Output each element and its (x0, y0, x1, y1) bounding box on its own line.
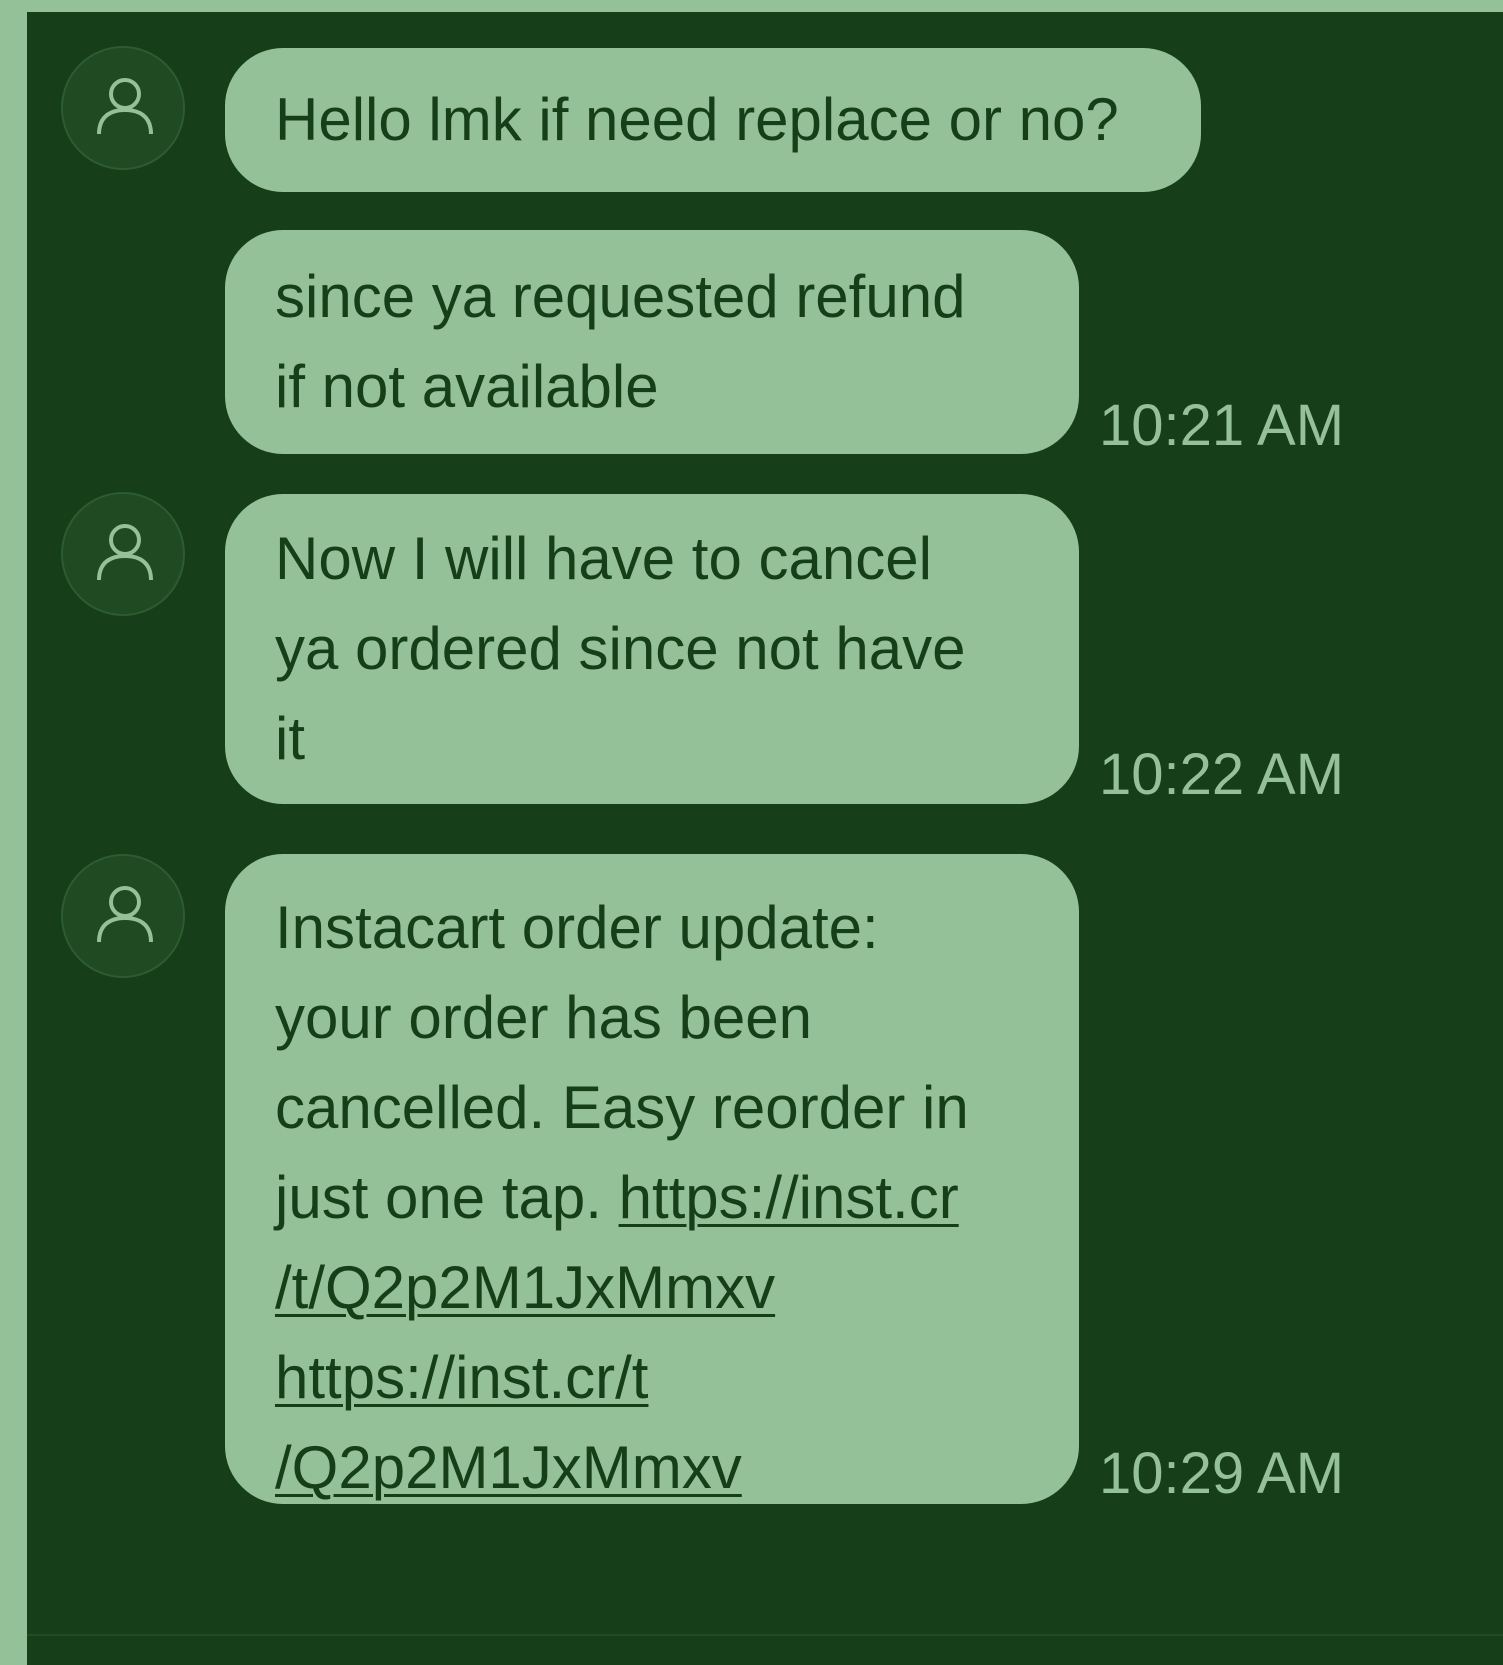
order-link[interactable]: https://inst.cr (619, 1164, 959, 1231)
person-icon (97, 78, 153, 135)
message-text: Hello lmk if need replace or no? (275, 86, 1119, 153)
divider (27, 1634, 1503, 1636)
message-thread: Hello lmk if need replace or no? since y… (27, 12, 1503, 1665)
message-text-line: just one tap. https://inst.cr (275, 1153, 1079, 1243)
message-timestamp: 10:29 AM (1099, 1441, 1345, 1506)
message-text: just one tap. (275, 1164, 619, 1231)
message-text: if not available (275, 353, 659, 420)
person-icon (97, 886, 153, 943)
contact-avatar[interactable] (61, 854, 185, 978)
message-bubble[interactable]: since ya requested refund if not availab… (225, 230, 1079, 454)
order-link[interactable]: https://inst.cr/t (275, 1333, 1079, 1423)
order-link[interactable]: /Q2p2M1JxMmxv (275, 1423, 1079, 1513)
message-timestamp: 10:21 AM (1099, 393, 1345, 458)
order-link[interactable]: /t/Q2p2M1JxMmxv (275, 1243, 1079, 1333)
message-text: since ya requested refund (275, 263, 966, 330)
message-timestamp: 10:22 AM (1099, 742, 1345, 807)
message-text: Instacart order update: (275, 894, 879, 961)
person-icon (97, 524, 153, 581)
message-text: cancelled. Easy reorder in (275, 1074, 969, 1141)
contact-avatar[interactable] (61, 492, 185, 616)
message-text: ya ordered since not have (275, 615, 966, 682)
contact-avatar[interactable] (61, 46, 185, 170)
message-text: your order has been (275, 984, 813, 1051)
message-bubble[interactable]: Now I will have to cancel ya ordered sin… (225, 494, 1079, 804)
message-bubble[interactable]: Instacart order update: your order has b… (225, 854, 1079, 1504)
message-text: Now I will have to cancel (275, 525, 932, 592)
message-text: it (275, 705, 305, 772)
message-bubble[interactable]: Hello lmk if need replace or no? (225, 48, 1201, 192)
